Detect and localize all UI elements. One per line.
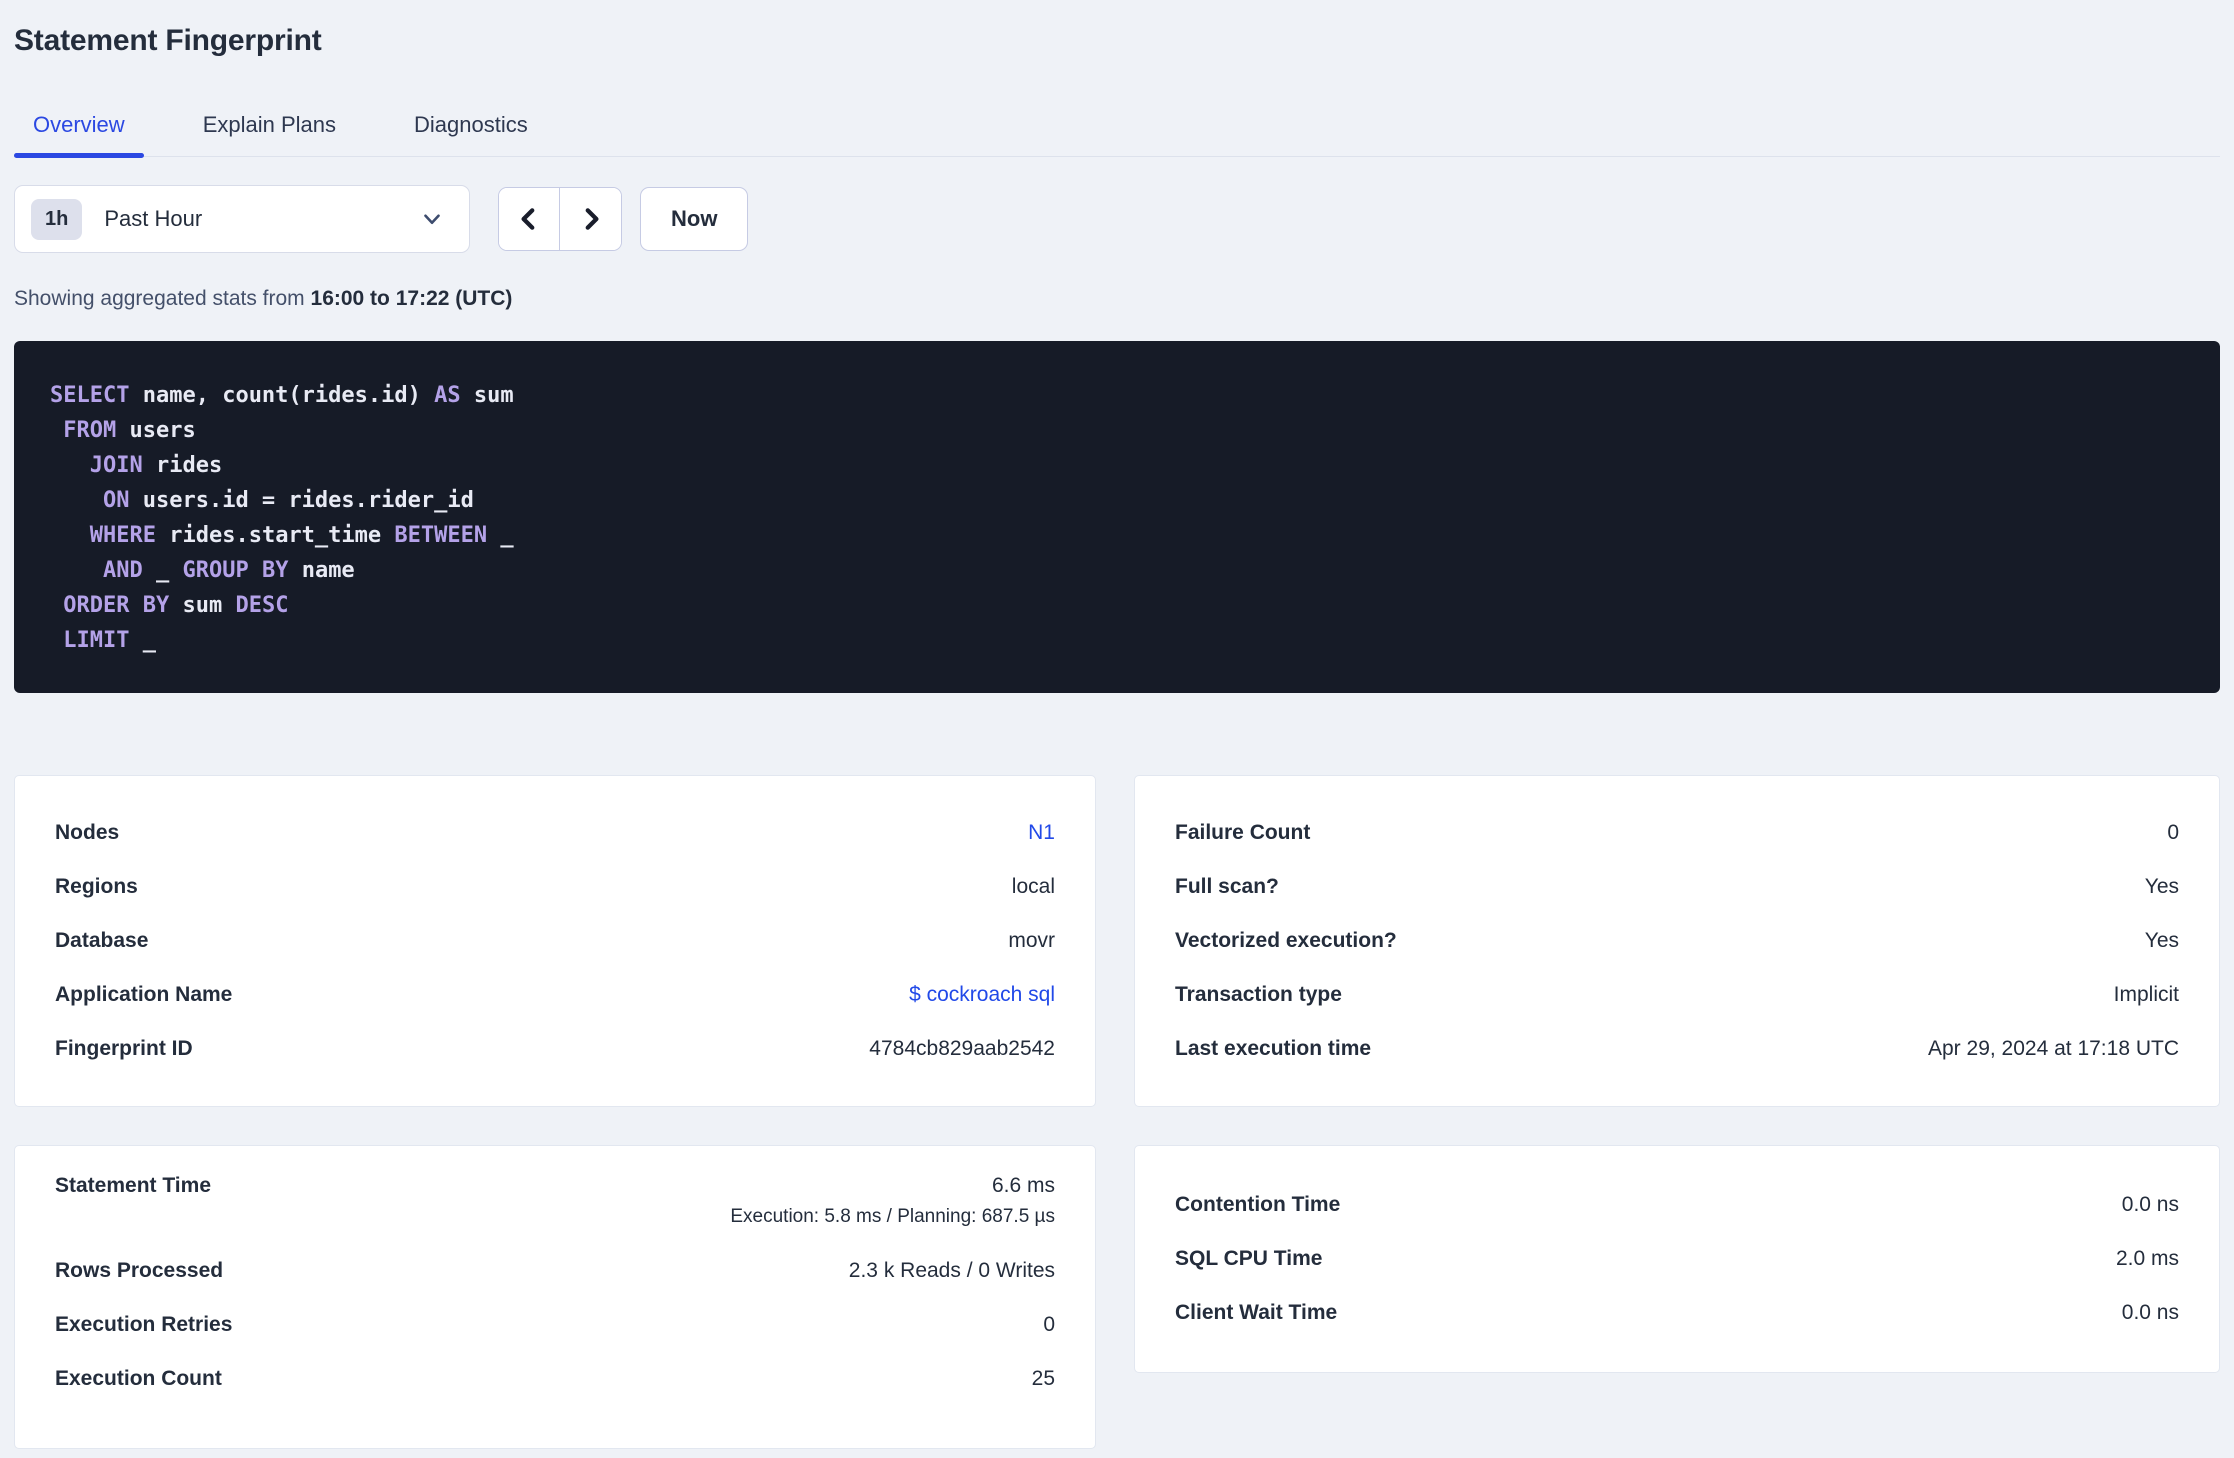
execution-retries-value: 0: [1043, 1313, 1055, 1336]
full-scan-value: Yes: [2144, 875, 2179, 898]
aggregated-stats-summary: Showing aggregated stats from 16:00 to 1…: [14, 287, 2220, 311]
table-row: Statement Time 6.6 ms Execution: 5.8 ms …: [55, 1162, 1055, 1244]
tab-diagnostics[interactable]: Diagnostics: [395, 98, 547, 156]
table-row: Regions local: [55, 860, 1055, 914]
statement-fingerprint-page: Statement Fingerprint Overview Explain P…: [0, 0, 2234, 1458]
failure-count-value: 0: [2167, 821, 2179, 844]
table-row: Execution Retries 0: [55, 1298, 1055, 1352]
time-range-dropdown[interactable]: 1h Past Hour: [14, 185, 470, 253]
next-interval-button[interactable]: [560, 188, 621, 250]
table-row: Last execution time Apr 29, 2024 at 17:1…: [1175, 1022, 2179, 1076]
table-row: Failure Count 0: [1175, 806, 2179, 860]
table-row: Fingerprint ID 4784cb829aab2542: [55, 1022, 1055, 1076]
execution-retries-label: Execution Retries: [55, 1313, 233, 1336]
table-row: Vectorized execution? Yes: [1175, 914, 2179, 968]
contention-time-label: Contention Time: [1175, 1193, 1341, 1216]
now-button[interactable]: Now: [640, 187, 749, 251]
tab-bar: Overview Explain Plans Diagnostics: [14, 98, 2220, 158]
execution-count-value: 25: [1031, 1367, 1055, 1390]
page-title: Statement Fingerprint: [14, 24, 322, 57]
last-execution-time-value: Apr 29, 2024 at 17:18 UTC: [1928, 1037, 2179, 1060]
chevron-down-icon: [419, 206, 445, 232]
sql-cpu-time-label: SQL CPU Time: [1175, 1247, 1323, 1270]
transaction-type-label: Transaction type: [1175, 983, 1342, 1006]
duration-badge: 1h: [31, 198, 83, 240]
transaction-type-value: Implicit: [2113, 983, 2179, 1006]
time-step-button-group: [498, 187, 622, 251]
table-row: SQL CPU Time 2.0 ms: [1175, 1232, 2179, 1286]
sql-statement-box: SELECT name, count(rides.id) AS sum FROM…: [14, 341, 2220, 693]
table-row: Transaction type Implicit: [1175, 968, 2179, 1022]
regions-value: local: [1011, 875, 1055, 898]
database-label: Database: [55, 929, 149, 952]
table-row: Application Name $ cockroach sql: [55, 968, 1055, 1022]
rows-processed-value: 2.3 k Reads / 0 Writes: [848, 1259, 1055, 1282]
table-row: Execution Count 25: [55, 1352, 1055, 1406]
table-row: Database movr: [55, 914, 1055, 968]
full-scan-label: Full scan?: [1175, 875, 1279, 898]
table-row: Client Wait Time 0.0 ns: [1175, 1286, 2179, 1340]
sql-cpu-time-value: 2.0 ms: [2115, 1247, 2179, 1270]
table-row: Rows Processed 2.3 k Reads / 0 Writes: [55, 1244, 1055, 1298]
statement-details-card: Nodes N1 Regions local Database movr App…: [14, 775, 1096, 1107]
failure-count-label: Failure Count: [1175, 821, 1311, 844]
rows-processed-label: Rows Processed: [55, 1259, 224, 1282]
nodes-label: Nodes: [55, 821, 120, 844]
chevron-left-icon: [515, 205, 543, 233]
table-row: Nodes N1: [55, 806, 1055, 860]
sql-statement: SELECT name, count(rides.id) AS sum FROM…: [50, 383, 514, 653]
application-name-label: Application Name: [55, 983, 233, 1006]
fingerprint-id-value: 4784cb829aab2542: [869, 1037, 1055, 1060]
fingerprint-id-label: Fingerprint ID: [55, 1037, 193, 1060]
execution-attributes-card: Failure Count 0 Full scan? Yes Vectorize…: [1134, 775, 2220, 1107]
execution-count-label: Execution Count: [55, 1367, 222, 1390]
performance-card: Statement Time 6.6 ms Execution: 5.8 ms …: [14, 1145, 1096, 1449]
table-row: Contention Time 0.0 ns: [1175, 1178, 2179, 1232]
table-row: Full scan? Yes: [1175, 860, 2179, 914]
vectorized-execution-label: Vectorized execution?: [1175, 929, 1397, 952]
time-range-label: Past Hour: [104, 206, 203, 231]
nodes-link[interactable]: N1: [1028, 821, 1055, 844]
contention-time-value: 0.0 ns: [2121, 1193, 2179, 1216]
summary-cards: Nodes N1 Regions local Database movr App…: [14, 775, 2220, 1449]
aggregated-stats-prefix: Showing aggregated stats from: [14, 287, 311, 310]
tab-explain-plans[interactable]: Explain Plans: [184, 98, 355, 156]
last-execution-time-label: Last execution time: [1175, 1037, 1372, 1060]
tab-overview[interactable]: Overview: [14, 98, 144, 158]
statement-time-breakdown: Execution: 5.8 ms / Planning: 687.5 µs: [730, 1206, 1055, 1227]
client-wait-time-label: Client Wait Time: [1175, 1301, 1338, 1324]
vectorized-execution-value: Yes: [2144, 929, 2179, 952]
client-wait-time-value: 0.0 ns: [2121, 1301, 2179, 1324]
aggregated-stats-range: 16:00 to 17:22 (UTC): [310, 287, 513, 310]
statement-time-value: 6.6 ms: [991, 1174, 1055, 1197]
database-value: movr: [1008, 929, 1055, 952]
time-controls: 1h Past Hour Now: [14, 185, 2220, 253]
previous-interval-button[interactable]: [499, 188, 560, 250]
wait-times-card: Contention Time 0.0 ns SQL CPU Time 2.0 …: [1134, 1145, 2220, 1373]
chevron-right-icon: [577, 205, 605, 233]
regions-label: Regions: [55, 875, 138, 898]
application-name-link[interactable]: $ cockroach sql: [909, 983, 1055, 1006]
statement-time-label: Statement Time: [55, 1174, 211, 1197]
